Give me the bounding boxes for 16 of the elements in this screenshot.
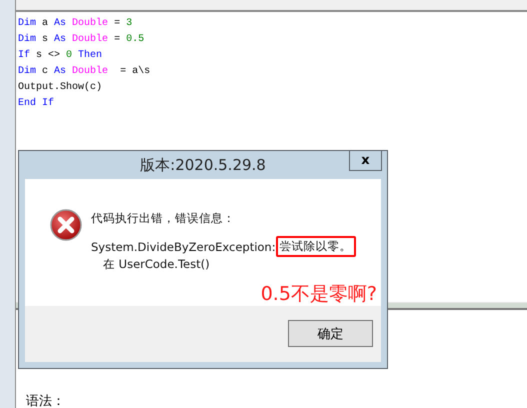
error-icon: [50, 209, 82, 241]
code-line: Dim s As Double = 0.5: [18, 32, 144, 47]
highlighted-text: 尝试除以零。: [276, 236, 356, 257]
stack-trace: 在 UserCode.Test(): [103, 257, 210, 272]
annotation-text: 0.5不是零啊?: [260, 282, 377, 306]
error-message: 代码执行出错，错误信息：: [91, 211, 235, 226]
close-button[interactable]: x: [349, 151, 382, 171]
code-line: Dim c As Double = a\s: [18, 64, 150, 79]
ok-button[interactable]: 确定: [288, 320, 373, 347]
code-line: Dim a As Double = 3: [18, 16, 132, 31]
code-line: End If: [18, 96, 54, 111]
code-line: Output.Show(c): [18, 80, 102, 95]
dialog-title: 版本:2020.5.29.8: [140, 156, 266, 174]
syntax-label: 语法：: [26, 394, 65, 408]
exception-text: System.DivideByZeroException:: [91, 240, 276, 254]
code-line: If s <> 0 Then: [18, 48, 102, 63]
